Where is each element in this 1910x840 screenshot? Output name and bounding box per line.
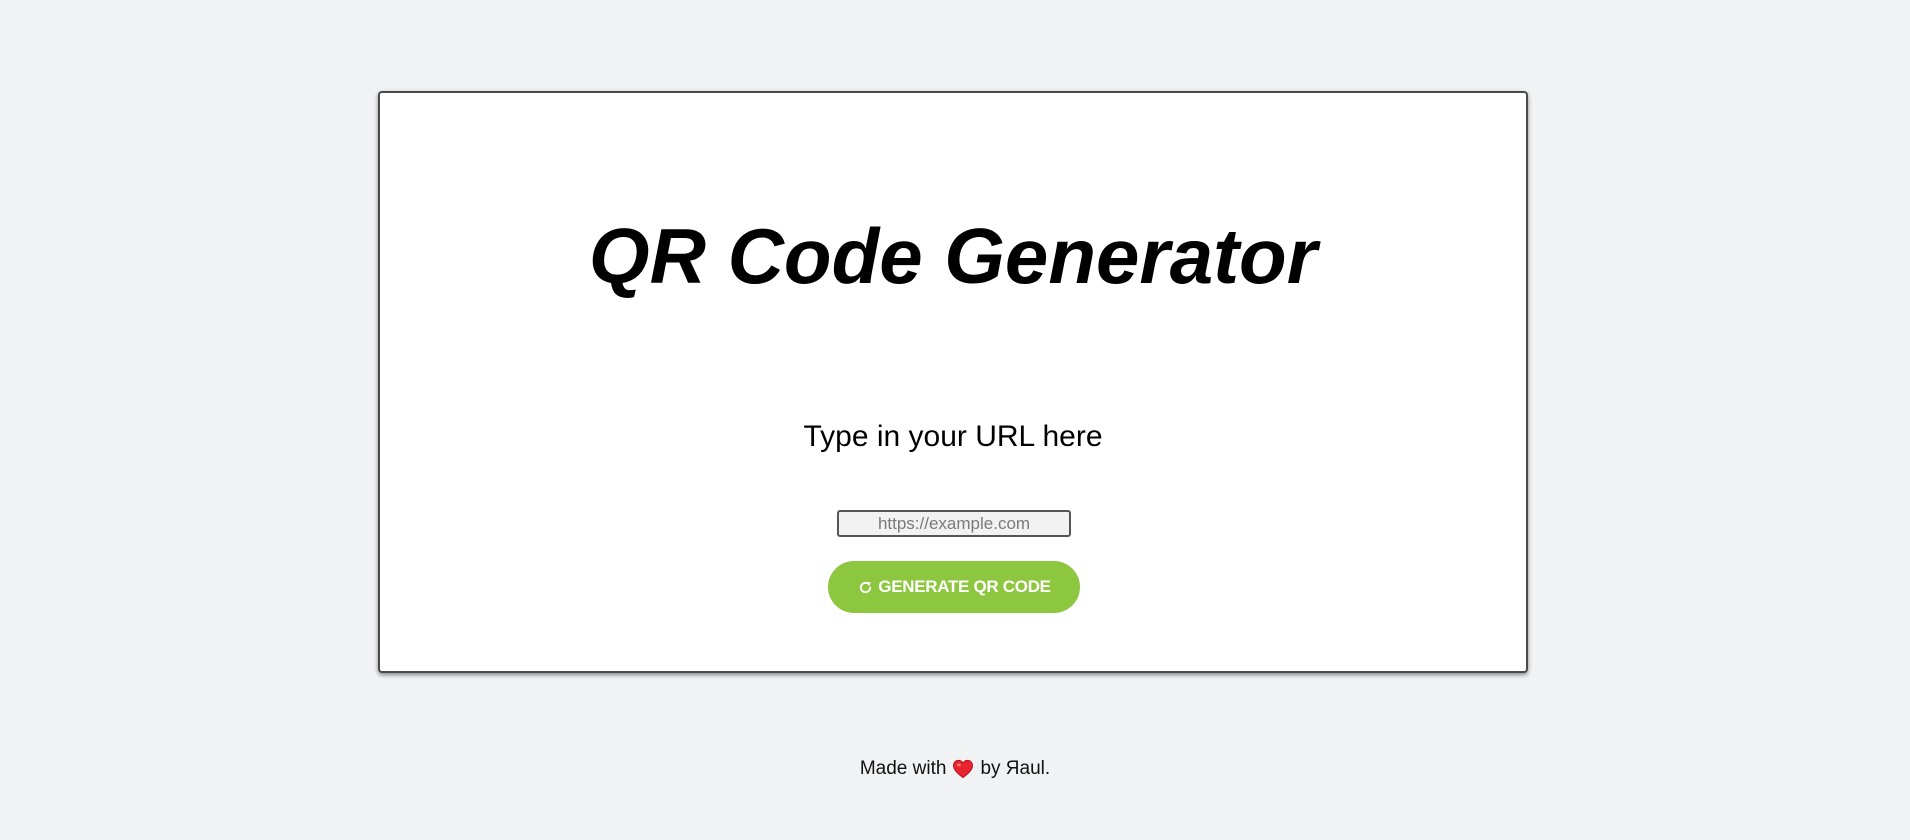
heart-icon xyxy=(952,759,974,779)
url-prompt-label: Type in your URL here xyxy=(803,420,1103,453)
refresh-icon xyxy=(857,579,873,595)
generate-button-label: GENERATE QR CODE xyxy=(878,577,1051,596)
footer-made-with: Made with xyxy=(859,758,947,779)
footer-by-author: by Яaul. xyxy=(980,758,1051,779)
url-input[interactable] xyxy=(837,510,1071,537)
generate-qr-code-button[interactable]: GENERATE QR CODE xyxy=(828,561,1080,613)
footer: Made with by Яaul. xyxy=(0,758,1910,780)
qr-generator-card: QR Code Generator Type in your URL here … xyxy=(378,91,1528,673)
page-title: QR Code Generator xyxy=(588,212,1318,300)
